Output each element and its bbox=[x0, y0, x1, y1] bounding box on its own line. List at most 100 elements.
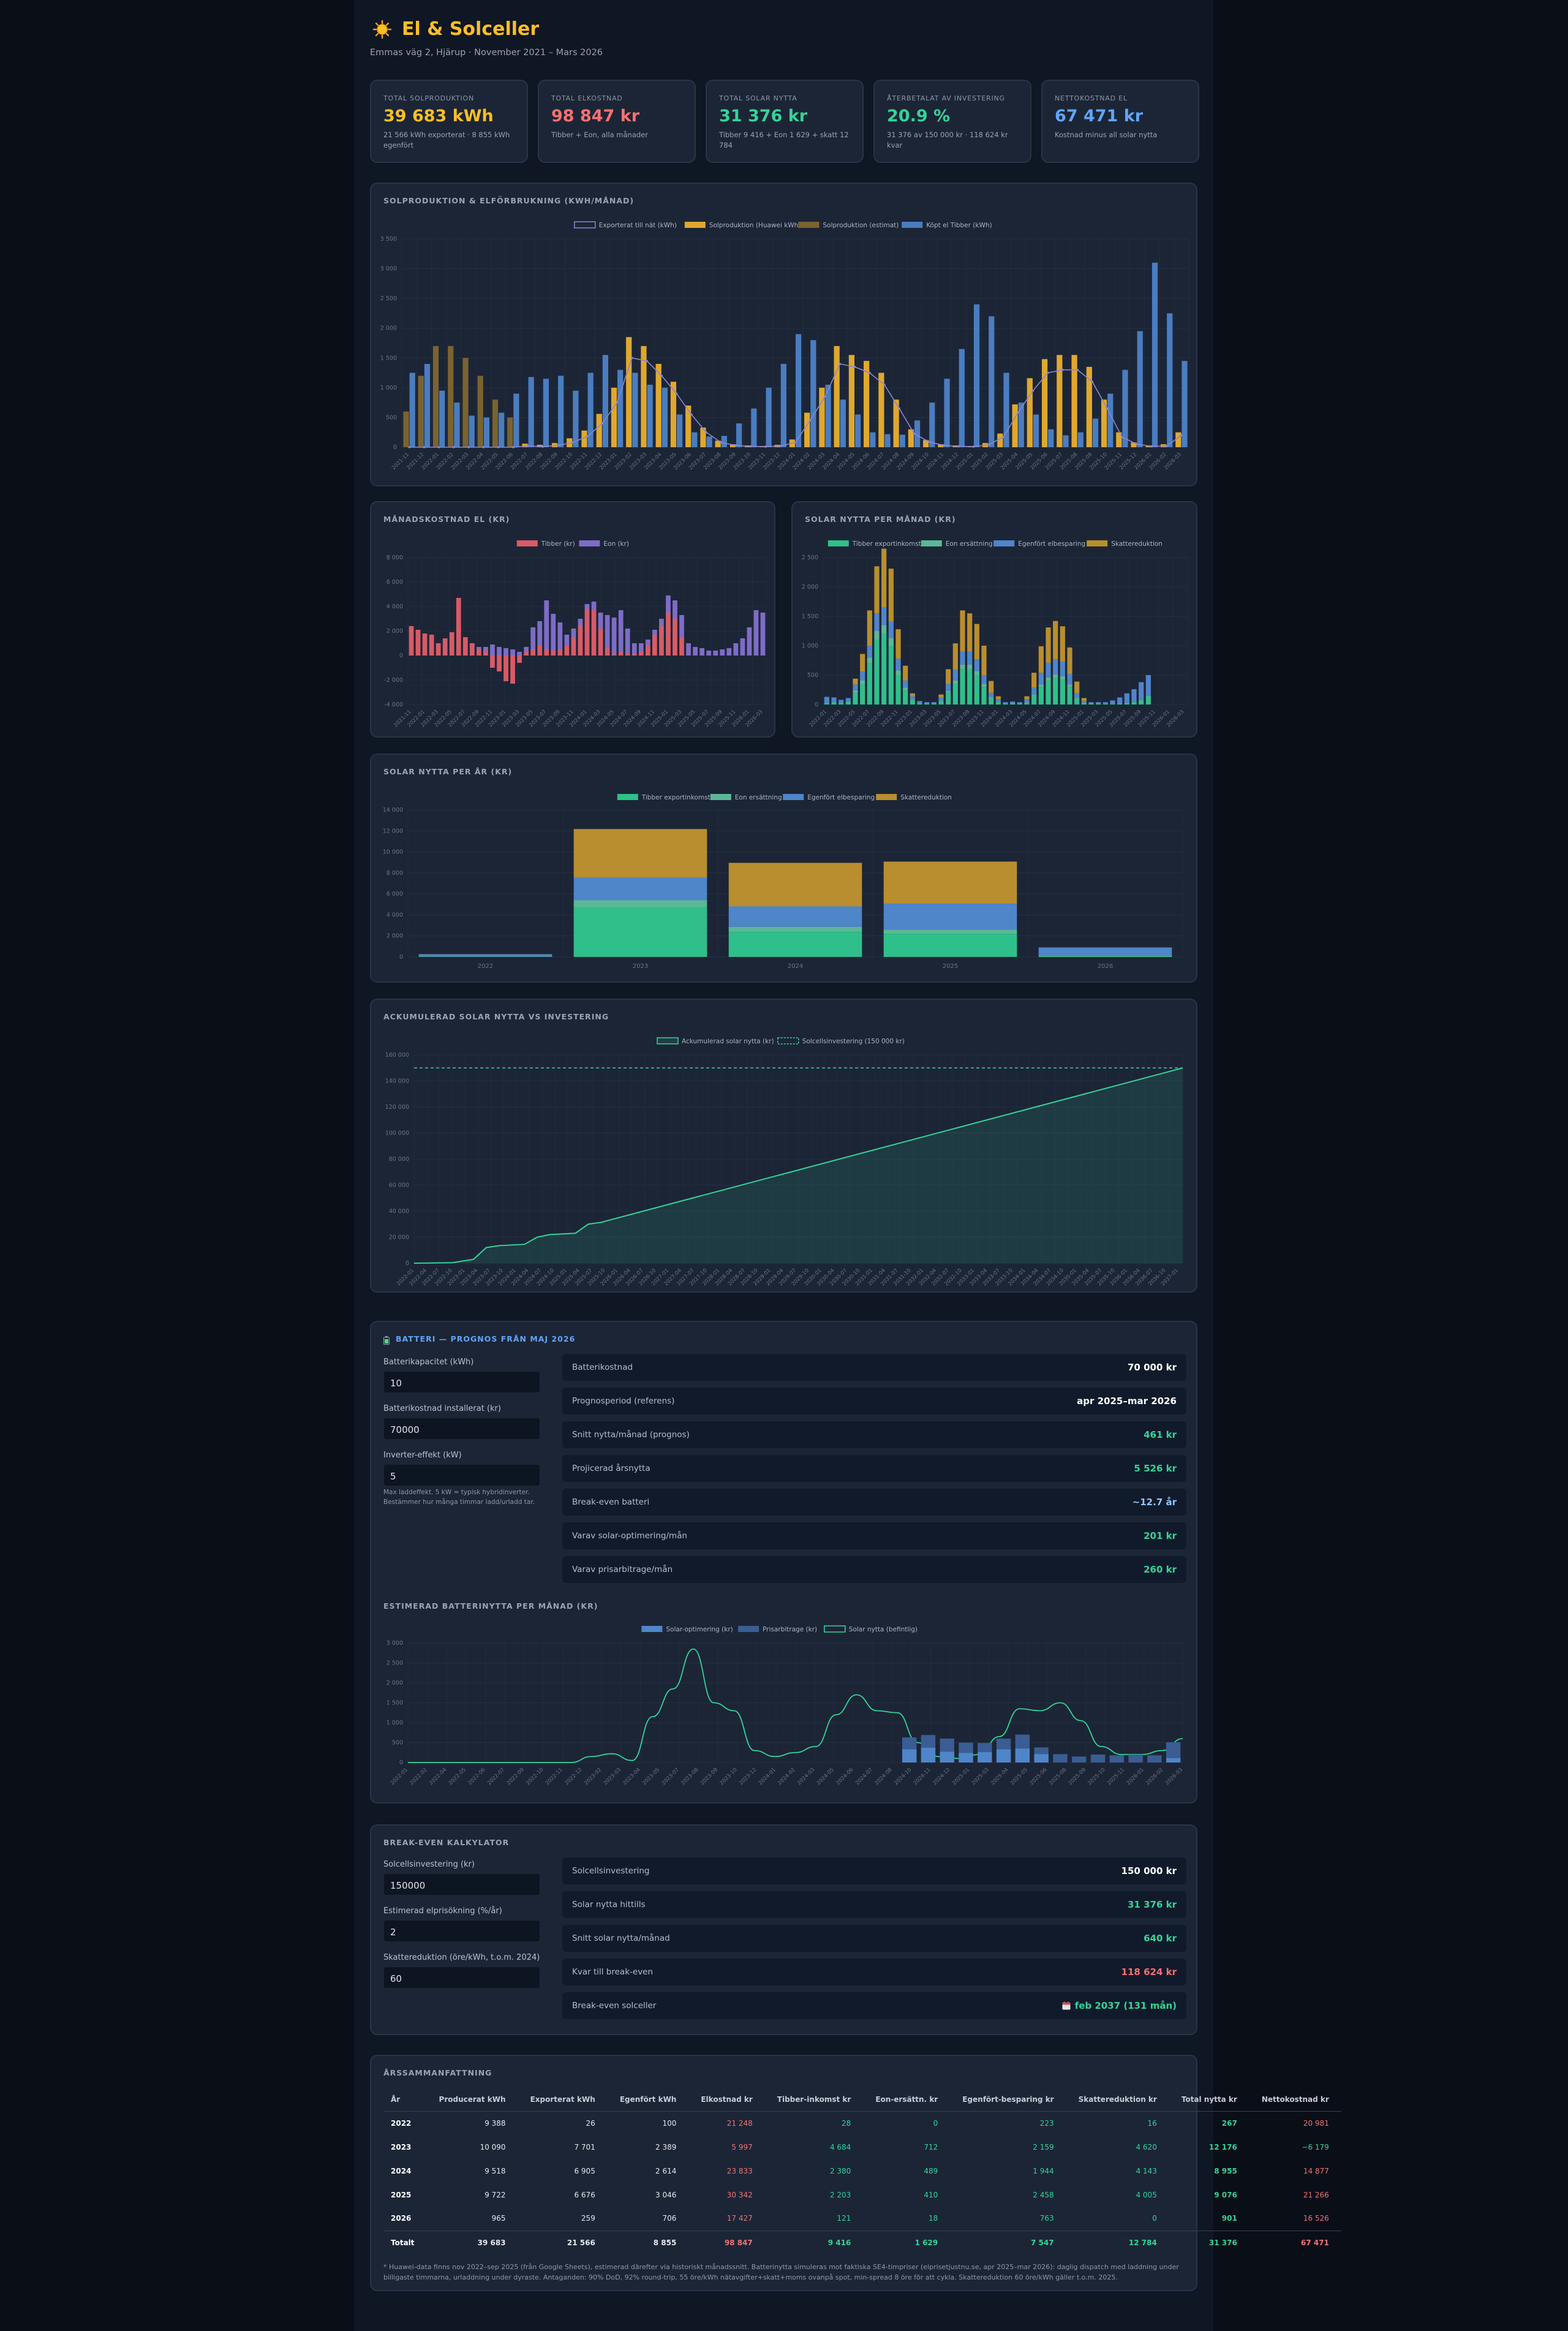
bar-benefit-month bbox=[1081, 701, 1087, 703]
legend-item[interactable]: Solproduktion (Huawei kWh) bbox=[684, 222, 801, 229]
bar-bought bbox=[1092, 418, 1099, 447]
legend-item[interactable]: Tibber exportinkomst bbox=[827, 540, 921, 548]
monthly-cost-card: Månadskostnad el (kr) Tibber (kr) Eon (kr… bbox=[370, 501, 775, 738]
bar-tibber bbox=[591, 610, 597, 655]
svg-text:Solproduktion (estimat): Solproduktion (estimat) bbox=[823, 222, 899, 229]
summary-cell: 4 684 bbox=[829, 2142, 851, 2152]
bar-solar bbox=[477, 376, 483, 447]
input-field[interactable]: 2 bbox=[383, 1920, 540, 1942]
y-tick-label: -4 000 bbox=[384, 701, 403, 708]
bar-eon bbox=[652, 630, 657, 635]
input-field[interactable]: 5 bbox=[383, 1464, 540, 1486]
legend-item[interactable]: Exporterat till nät (kWh) bbox=[574, 221, 677, 229]
bar-bought bbox=[721, 436, 727, 447]
point-export bbox=[601, 422, 604, 425]
bar-tibber bbox=[503, 655, 508, 681]
legend-item[interactable]: Solar nytta (befintlig) bbox=[824, 1625, 918, 1633]
bar-solar-opt bbox=[959, 1753, 973, 1762]
kpi-value: 98 847 kr bbox=[551, 107, 640, 126]
bar-benefit-month bbox=[845, 701, 851, 705]
bar-benefit-month bbox=[1110, 700, 1115, 705]
legend-item[interactable]: Eon (kr) bbox=[579, 540, 629, 548]
point-export bbox=[482, 446, 485, 448]
bar-benefit-month bbox=[938, 697, 944, 701]
legend-item[interactable]: Solcellsinvestering (150 000 kr) bbox=[777, 1037, 905, 1045]
input-field[interactable]: 150000 bbox=[383, 1873, 540, 1895]
summary-cell: 0 bbox=[1152, 2214, 1157, 2223]
input-field[interactable]: 70000 bbox=[383, 1418, 540, 1440]
point-export bbox=[720, 441, 723, 444]
bar-benefit-month bbox=[952, 684, 958, 705]
bar-benefit-month bbox=[903, 687, 908, 690]
y-tick-label: 8 000 bbox=[386, 870, 403, 877]
x-tick-label: 2025-10 bbox=[1087, 1767, 1106, 1786]
point-export bbox=[571, 441, 574, 444]
bar-benefit-month bbox=[917, 701, 922, 703]
bar-benefit-month bbox=[1031, 673, 1037, 688]
x-tick-label: 2025-09 bbox=[1068, 1767, 1087, 1786]
summary-cell: 21 566 bbox=[518, 2230, 608, 2254]
result-value: feb 2037 (131 mån) bbox=[1074, 2000, 1177, 2011]
summary-cell: 121 bbox=[837, 2214, 851, 2223]
battery-month-chart: Solar-optimering (kr) Prisarbitrage (kr) S… bbox=[386, 1625, 1184, 1786]
result-row: Snitt solar nytta/månad 640 kr bbox=[562, 1925, 1186, 1952]
bar-benefit-month bbox=[1003, 702, 1008, 704]
legend-item[interactable]: Tibber (kr) bbox=[516, 540, 575, 548]
bar-benefit-month bbox=[1031, 695, 1037, 705]
bar-bought bbox=[677, 414, 683, 447]
bar-eon bbox=[611, 618, 617, 654]
legend-item[interactable]: Tibber exportinkomst bbox=[617, 794, 710, 801]
legend-item[interactable]: Egenfört elbesparing bbox=[783, 794, 875, 801]
legend-item[interactable]: Eon ersättning bbox=[710, 794, 782, 801]
bar-eon bbox=[524, 647, 529, 652]
bar-benefit-month bbox=[1031, 687, 1037, 695]
kpi-card: Total solar nytta 31 376 kr Tibber 9 416 +… bbox=[706, 80, 864, 163]
bar-benefit-month bbox=[860, 680, 865, 684]
summary-cell: 16 526 bbox=[1303, 2214, 1329, 2223]
bar-benefit-year bbox=[573, 907, 707, 957]
legend-item[interactable]: Eon ersättning bbox=[921, 540, 993, 548]
bar-bought bbox=[766, 387, 772, 447]
bar-benefit-month bbox=[867, 610, 872, 646]
point-export bbox=[423, 446, 426, 448]
summary-col-header: Egenfört kWh bbox=[607, 2088, 689, 2112]
point-export bbox=[957, 445, 960, 448]
bar-solar bbox=[462, 358, 469, 447]
x-tick-label: 2022-07 bbox=[486, 1767, 506, 1786]
point-export bbox=[1150, 445, 1153, 448]
input-field[interactable]: 10 bbox=[383, 1371, 540, 1393]
y-tick-label: 4 000 bbox=[386, 912, 403, 918]
bar-benefit-month bbox=[967, 651, 973, 665]
point-export bbox=[839, 363, 842, 365]
result-value: 640 kr bbox=[1144, 1933, 1177, 1944]
y-tick-label: 6 000 bbox=[386, 891, 403, 897]
legend-item[interactable]: Egenfört elbesparing bbox=[993, 540, 1085, 548]
bar-solar bbox=[1057, 355, 1063, 447]
bar-benefit-month bbox=[1017, 703, 1022, 705]
svg-text:Köpt el Tibber (kWh): Köpt el Tibber (kWh) bbox=[926, 222, 992, 229]
legend-item[interactable]: Solproduktion (estimat) bbox=[798, 222, 899, 229]
svg-text:Tibber exportinkomst: Tibber exportinkomst bbox=[852, 540, 921, 548]
legend-item[interactable]: Köpt el Tibber (kWh) bbox=[902, 222, 992, 229]
bar-solar-opt bbox=[1015, 1748, 1030, 1762]
legend-item[interactable]: Skattereduktion bbox=[1087, 540, 1163, 548]
bar-benefit-month bbox=[981, 687, 987, 705]
x-tick-label: 2024-10 bbox=[893, 1767, 913, 1786]
legend-item[interactable]: Skattereduktion bbox=[876, 794, 952, 801]
point-export bbox=[1106, 407, 1109, 410]
summary-cell: 9 722 bbox=[484, 2190, 506, 2199]
input-field[interactable]: 60 bbox=[383, 1966, 540, 1989]
bar-eon bbox=[517, 652, 522, 655]
bar-tibber bbox=[442, 638, 448, 655]
bar-tibber bbox=[625, 653, 630, 655]
bar-eon bbox=[625, 629, 630, 653]
point-export bbox=[646, 360, 648, 362]
point-export bbox=[467, 446, 470, 448]
legend-item[interactable]: Ackumulerad solar nytta (kr) bbox=[657, 1037, 774, 1045]
legend-item[interactable]: Solar-optimering (kr) bbox=[641, 1626, 733, 1633]
legend-item[interactable]: Prisarbitrage (kr) bbox=[738, 1626, 817, 1633]
bar-bought bbox=[499, 412, 505, 447]
bar-eon bbox=[490, 644, 495, 655]
kpi-label: Återbetalat av investering bbox=[887, 94, 1005, 102]
summary-cell: 2024 bbox=[391, 2166, 412, 2175]
